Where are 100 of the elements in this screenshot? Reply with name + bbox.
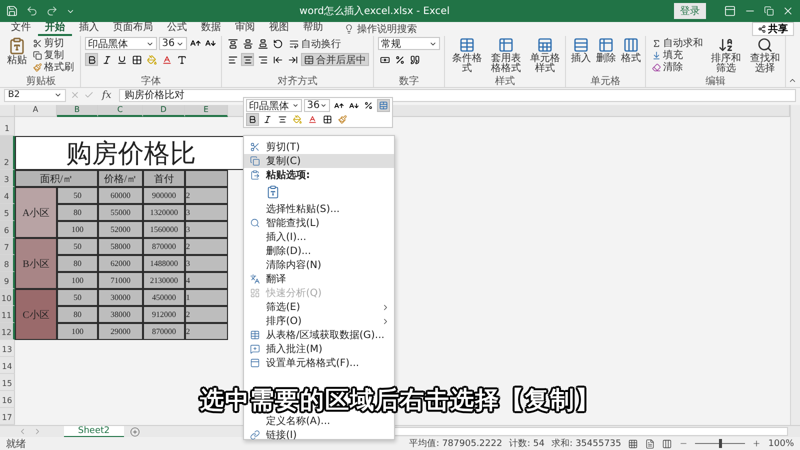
tell-me-field[interactable]: 操作说明搜索 [357, 24, 437, 34]
cells-button[interactable]: 格式 [620, 37, 642, 64]
save-icon[interactable] [6, 5, 18, 17]
column-header[interactable]: C [98, 105, 143, 117]
number-format-field[interactable]: 常规 [378, 37, 440, 50]
comment-icon[interactable] [250, 344, 260, 354]
row-header[interactable]: 8 [0, 255, 15, 272]
autosum-button[interactable]: 自动求和 [650, 37, 706, 49]
row-header[interactable]: 11 [0, 306, 15, 323]
fill-color-button[interactable] [291, 113, 304, 126]
row-header[interactable]: 2 [0, 136, 15, 170]
bold-button[interactable] [85, 53, 98, 66]
ribbon-tab[interactable]: 文件 [4, 22, 38, 36]
percent-button[interactable] [362, 99, 375, 112]
close-icon[interactable] [782, 5, 794, 17]
font-name-field[interactable]: 印品黑体 [85, 37, 157, 50]
name-box[interactable]: B2 [4, 88, 66, 102]
zoom-in-icon[interactable] [752, 439, 762, 448]
page-layout-icon[interactable] [645, 438, 656, 448]
style-button[interactable]: 单元格样式 [527, 37, 563, 74]
row-header[interactable]: 1 [0, 117, 15, 136]
fill-color-button[interactable] [145, 53, 158, 66]
row-header[interactable]: 17 [0, 408, 15, 425]
font-color-button[interactable] [306, 113, 319, 126]
align-top-button[interactable] [226, 37, 239, 50]
scissors-icon[interactable] [250, 142, 260, 152]
font-size-field[interactable]: 36 [159, 37, 187, 50]
row-header[interactable]: 3 [0, 170, 15, 187]
paste-button[interactable]: 粘贴 [6, 37, 28, 66]
ribbon-tab[interactable]: 帮助 [296, 22, 330, 36]
row-header[interactable]: 5 [0, 204, 15, 221]
link-icon[interactable] [250, 430, 260, 440]
column-header[interactable]: E [185, 105, 228, 117]
clear-button[interactable]: 清除 [650, 61, 706, 73]
menu-item[interactable]: 筛选(E) [244, 300, 394, 314]
menu-item[interactable]: 排序(O) [244, 314, 394, 328]
font-size-field[interactable]: 36 [304, 99, 330, 112]
share-button[interactable]: 共享 [752, 22, 794, 36]
orientation-button[interactable] [271, 37, 284, 50]
ribbon-display-icon[interactable] [724, 5, 736, 17]
comma-style-button[interactable] [408, 53, 421, 66]
page-break-icon[interactable] [662, 438, 672, 448]
search-icon[interactable] [250, 218, 260, 228]
login-button[interactable]: 登录 [674, 3, 706, 19]
menu-item[interactable]: 插入(I)... [244, 230, 394, 244]
menu-item[interactable]: 删除(D)... [244, 244, 394, 258]
copy-icon[interactable] [250, 156, 260, 166]
undo-icon[interactable] [26, 5, 38, 17]
menu-item[interactable]: 选择性粘贴(S)... [244, 202, 394, 216]
row-header[interactable]: 15 [0, 374, 15, 391]
add-sheet-icon[interactable] [130, 426, 140, 436]
row-header[interactable]: 4 [0, 187, 15, 204]
row-header[interactable]: 16 [0, 391, 15, 408]
cells-button[interactable]: 删除 [595, 37, 618, 64]
cut-button[interactable]: 剪切 [31, 37, 76, 49]
menu-item[interactable]: 翻译 [244, 272, 394, 286]
menu-item[interactable]: 从表格/区域获取数据(G)... [244, 328, 394, 342]
menu-item[interactable]: 智能查找(L) [244, 216, 394, 230]
restore-icon[interactable] [764, 6, 774, 16]
row-header[interactable]: 10 [0, 289, 15, 306]
sheet-tab[interactable]: Sheet2 [64, 426, 124, 438]
ribbon-tab[interactable]: 插入 [72, 22, 106, 36]
row-header[interactable]: 14 [0, 357, 15, 374]
cells-button[interactable]: 插入 [570, 37, 592, 64]
ribbon-tab[interactable]: 审阅 [228, 22, 262, 36]
ribbon-tab[interactable]: 页面布局 [106, 22, 160, 36]
font-name-field[interactable]: 印品黑体 [246, 99, 302, 112]
merge-center-button[interactable]: 合并后居中 [301, 53, 369, 66]
menu-item[interactable]: 复制(C) [244, 154, 394, 168]
vertical-scrollbar[interactable] [790, 105, 800, 425]
format-painter-button[interactable]: 格式刷 [31, 61, 76, 73]
menu-item[interactable]: 设置单元格格式(F)... [244, 356, 394, 370]
zoom-thumb[interactable] [719, 439, 722, 448]
collapse-ribbon-icon[interactable] [788, 76, 797, 85]
sort-filter-button[interactable]: 排序和筛选 [708, 37, 744, 74]
align-bottom-button[interactable] [256, 37, 269, 50]
ribbon-tab[interactable]: 视图 [262, 22, 296, 36]
redo-icon[interactable] [46, 5, 58, 17]
menu-item[interactable]: 剪切(T) [244, 140, 394, 154]
merge-button[interactable] [377, 99, 390, 112]
align-middle-button[interactable] [241, 37, 254, 50]
menu-item[interactable]: 定义名称(A)... [244, 414, 394, 428]
insert-function-button[interactable]: fx [98, 90, 116, 100]
row-header[interactable]: 7 [0, 238, 15, 255]
bold-button[interactable] [246, 113, 259, 126]
lightbulb-icon[interactable] [344, 24, 354, 34]
panel-icon[interactable] [250, 358, 260, 368]
borders-button[interactable] [130, 53, 143, 66]
wrap-text-button[interactable]: 自动换行 [286, 37, 344, 50]
fill-button[interactable]: 填充 [650, 49, 706, 61]
style-button[interactable]: 条件格式 [449, 37, 485, 74]
row-header[interactable]: 12 [0, 323, 15, 340]
find-select-button[interactable]: 查找和选择 [747, 37, 784, 74]
column-header[interactable]: B [57, 105, 98, 117]
row-header[interactable]: 6 [0, 221, 15, 238]
translate-icon[interactable] [250, 274, 260, 284]
paste-option-icon[interactable] [266, 185, 280, 199]
formula-field[interactable]: 购房价格比对 [119, 88, 796, 102]
ribbon-tab[interactable]: 数据 [194, 22, 228, 36]
row-header[interactable]: 9 [0, 272, 15, 289]
